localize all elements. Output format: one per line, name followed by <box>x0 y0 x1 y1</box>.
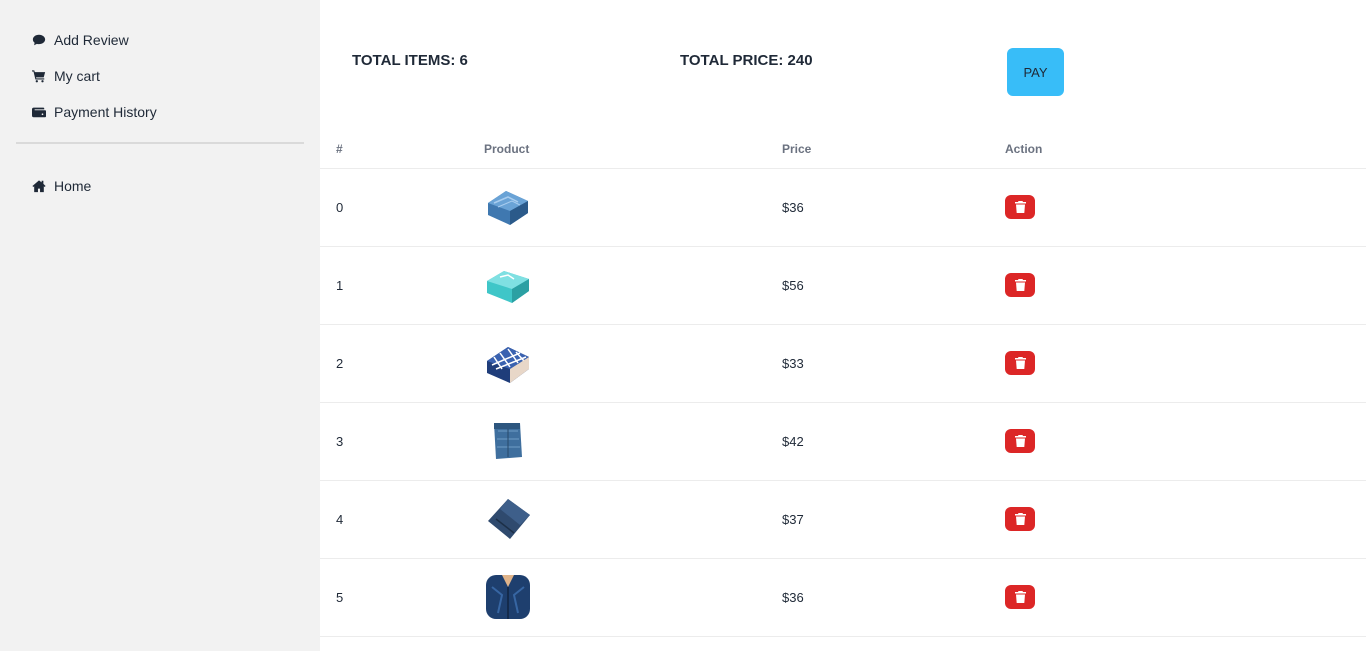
row-price: $37 <box>782 480 1005 559</box>
trash-icon <box>1014 279 1026 291</box>
delete-button[interactable] <box>1005 195 1035 219</box>
sidebar-item-my-cart[interactable]: My cart <box>0 58 320 94</box>
table-row: 4 $37 <box>320 480 1366 559</box>
sidebar-item-label: My cart <box>54 68 100 84</box>
cart-main: TOTAL ITEMS: 6 TOTAL PRICE: 240 PAY # Pr… <box>320 0 1366 651</box>
trash-icon <box>1014 513 1026 525</box>
product-image <box>487 347 529 383</box>
row-index: 3 <box>320 402 484 481</box>
trash-icon <box>1014 591 1026 603</box>
table-row: 3 $42 <box>320 402 1366 481</box>
delete-button[interactable] <box>1005 585 1035 609</box>
home-icon <box>32 179 46 193</box>
sidebar-item-label: Home <box>54 178 92 194</box>
row-index: 0 <box>320 168 484 247</box>
wallet-icon <box>32 105 46 119</box>
cart-table: # Product Price Action 0 $36 1 $56 2 $33… <box>320 130 1366 637</box>
sidebar-item-payment-history[interactable]: Payment History <box>0 94 320 130</box>
trash-icon <box>1014 435 1026 447</box>
sidebar: Add Review My cart Payment History Home <box>0 0 320 651</box>
row-price: $42 <box>782 402 1005 481</box>
table-row: 0 $36 <box>320 168 1366 247</box>
comment-icon <box>32 33 46 47</box>
column-header-price: Price <box>782 130 1005 169</box>
product-image <box>486 575 530 619</box>
sidebar-item-label: Add Review <box>54 32 129 48</box>
product-image <box>488 191 528 225</box>
product-image <box>494 423 522 459</box>
table-header-row: # Product Price Action <box>320 130 1366 169</box>
row-index: 5 <box>320 558 484 637</box>
cart-summary: TOTAL ITEMS: 6 TOTAL PRICE: 240 PAY <box>320 0 1366 120</box>
total-items: TOTAL ITEMS: 6 <box>352 52 468 69</box>
row-price: $36 <box>782 558 1005 637</box>
delete-button[interactable] <box>1005 351 1035 375</box>
row-index: 2 <box>320 324 484 403</box>
trash-icon <box>1014 357 1026 369</box>
product-image <box>487 271 529 303</box>
pay-button[interactable]: PAY <box>1007 48 1064 96</box>
delete-button[interactable] <box>1005 429 1035 453</box>
sidebar-secondary-nav: Home <box>0 144 320 204</box>
row-price: $33 <box>782 324 1005 403</box>
sidebar-item-home[interactable]: Home <box>0 168 320 204</box>
delete-button[interactable] <box>1005 273 1035 297</box>
row-index: 1 <box>320 246 484 325</box>
row-index: 4 <box>320 480 484 559</box>
product-image <box>488 499 530 539</box>
table-row: 1 $56 <box>320 246 1366 325</box>
row-price: $56 <box>782 246 1005 325</box>
sidebar-primary-nav: Add Review My cart Payment History <box>0 0 320 130</box>
sidebar-item-label: Payment History <box>54 104 157 120</box>
total-price: TOTAL PRICE: 240 <box>680 52 813 69</box>
row-price: $36 <box>782 168 1005 247</box>
table-row: 5 $36 <box>320 558 1366 637</box>
delete-button[interactable] <box>1005 507 1035 531</box>
column-header-product: Product <box>484 130 782 169</box>
trash-icon <box>1014 201 1026 213</box>
column-header-index: # <box>320 130 484 169</box>
sidebar-item-add-review[interactable]: Add Review <box>0 22 320 58</box>
cart-icon <box>32 69 46 83</box>
column-header-action: Action <box>1005 130 1366 169</box>
table-row: 2 $33 <box>320 324 1366 403</box>
